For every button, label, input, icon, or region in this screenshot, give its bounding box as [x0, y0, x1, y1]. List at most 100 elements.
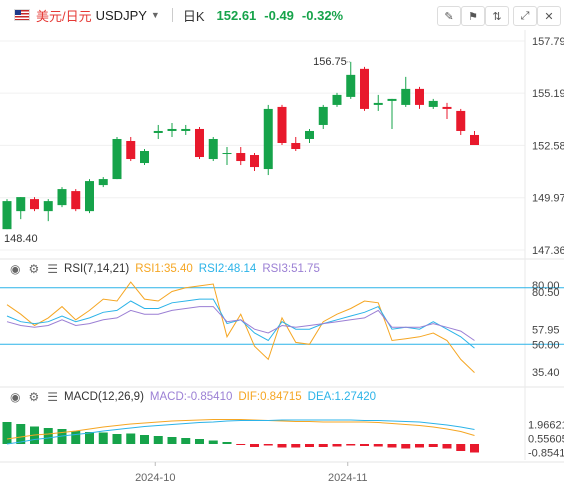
macd-histogram-bar: [387, 444, 397, 448]
dea-value: DEA:1.27420: [307, 391, 377, 403]
price-tick-label: 147.36: [532, 245, 564, 257]
macd-histogram-bar: [98, 432, 108, 444]
eye-icon[interactable]: ◉: [10, 262, 20, 276]
candle-body: [277, 106, 287, 143]
candle-body: [112, 138, 122, 180]
macd-histogram-bar: [126, 433, 136, 444]
macd-tick-label: 0.55605: [528, 433, 564, 445]
macd-histogram-bar: [250, 444, 259, 447]
macd-histogram-bar: [401, 444, 411, 449]
price-tick-label: 155.19: [532, 88, 564, 100]
price-tick-label: 157.79: [532, 36, 564, 48]
rsi2-value: RSI2:48.14: [198, 263, 257, 275]
symbol-cn-label[interactable]: 美元/日元: [36, 6, 92, 25]
macd-histogram-bar: [360, 444, 369, 446]
macd-histogram-bar: [456, 444, 466, 451]
close-icon[interactable]: ✕: [537, 6, 561, 26]
draw-line-icon[interactable]: ✎: [437, 6, 461, 26]
rsi1-value: RSI1:35.40: [135, 263, 193, 275]
macd-histogram-bar: [263, 444, 273, 446]
macd-histogram-bar: [181, 438, 191, 444]
candle-body: [263, 108, 273, 170]
macd-histogram-bar: [346, 444, 356, 446]
macd-histogram-bar: [140, 435, 149, 444]
price-tick-label: 149.97: [532, 193, 564, 205]
candle-body: [332, 94, 342, 105]
price-tick-label: 152.58: [532, 140, 564, 152]
indicator-icon[interactable]: ⇅: [485, 6, 509, 26]
candle-body: [208, 138, 218, 160]
candle-body: [236, 153, 246, 162]
indicator-list-icon[interactable]: ☰: [47, 390, 58, 404]
macd-histogram-bar: [332, 444, 342, 447]
candle-body: [167, 128, 177, 131]
high-annotation: 156.75: [313, 56, 347, 68]
macd-histogram-bar: [236, 444, 246, 445]
x-tick-label: 2024-11: [328, 472, 368, 484]
x-tick-label: 2024-10: [135, 472, 175, 484]
macd-tick-label: -0.85410: [528, 448, 564, 460]
chart-toolbar: 美元/日元 USDJPY ▼ 日K 152.61 -0.49 -0.32% ✎ …: [0, 0, 564, 30]
macd-name: MACD(12,26,9): [64, 391, 144, 403]
macd-legend: ◉ ⚙ ☰ MACD(12,26,9) MACD:-0.85410 DIF:0.…: [0, 389, 376, 405]
indicator-list-icon[interactable]: ☰: [47, 262, 58, 276]
candle-body: [456, 110, 466, 131]
eye-icon[interactable]: ◉: [10, 390, 20, 404]
macd-histogram-bar: [415, 444, 424, 448]
chevron-down-icon[interactable]: ▼: [151, 10, 160, 20]
candle-body: [16, 197, 26, 212]
price-change-pct: -0.32%: [301, 7, 344, 23]
rsi-tick-label: 50.00: [532, 339, 560, 351]
candle-body: [428, 100, 438, 107]
candle-body: [222, 153, 232, 155]
candle-body: [250, 155, 259, 168]
macd-histogram-bar: [470, 444, 479, 453]
candle-body: [98, 179, 108, 186]
rsi-tick-label: 57.95: [532, 324, 560, 336]
macd-histogram-bar: [112, 434, 122, 444]
candle-body: [181, 128, 191, 131]
candle-body: [2, 201, 12, 230]
macd-histogram-bar: [71, 431, 81, 444]
candle-body: [30, 199, 39, 210]
draw-tools-icon[interactable]: ⚑: [461, 6, 485, 26]
last-price: 152.61: [216, 7, 257, 23]
settings-icon[interactable]: ⚙: [28, 390, 39, 404]
candle-body: [85, 181, 94, 212]
symbol-label[interactable]: USDJPY: [96, 8, 147, 23]
macd-histogram-bar: [318, 444, 328, 447]
macd-histogram-bar: [291, 444, 301, 448]
candle-body: [346, 74, 356, 97]
fullscreen-icon[interactable]: ⤢: [513, 6, 537, 26]
candle-body: [442, 106, 452, 109]
candle-body: [401, 88, 411, 105]
macd-histogram-bar: [208, 440, 218, 444]
candle-body: [360, 68, 369, 109]
candle-body: [153, 130, 163, 133]
candle-body: [415, 88, 424, 105]
candle-body: [387, 98, 397, 101]
settings-icon[interactable]: ⚙: [28, 262, 39, 276]
candle-body: [470, 134, 479, 145]
candle-body: [140, 151, 149, 164]
candle-body: [291, 142, 301, 150]
macd-histogram-bar: [222, 442, 232, 444]
toolbar-divider: [171, 8, 173, 22]
macd-histogram-bar: [43, 428, 53, 444]
candle-body: [305, 130, 314, 139]
candle-body: [57, 189, 67, 206]
candle-body: [43, 201, 53, 212]
macd-histogram-bar: [195, 439, 204, 444]
period-selector[interactable]: 日K: [183, 6, 205, 25]
low-annotation: 148.40: [4, 233, 38, 245]
rsi-series-line: [6, 306, 475, 341]
candle-body: [71, 191, 81, 210]
macd-tick-label: 1.96621: [528, 419, 564, 431]
rsi3-value: RSI3:51.75: [262, 263, 320, 275]
macd-histogram-bar: [428, 444, 438, 447]
price-change: -0.49: [264, 7, 294, 23]
macd-histogram-bar: [2, 422, 12, 444]
rsi-name: RSI(7,14,21): [64, 263, 130, 275]
candle-body: [373, 102, 383, 105]
candle-body: [126, 140, 136, 160]
